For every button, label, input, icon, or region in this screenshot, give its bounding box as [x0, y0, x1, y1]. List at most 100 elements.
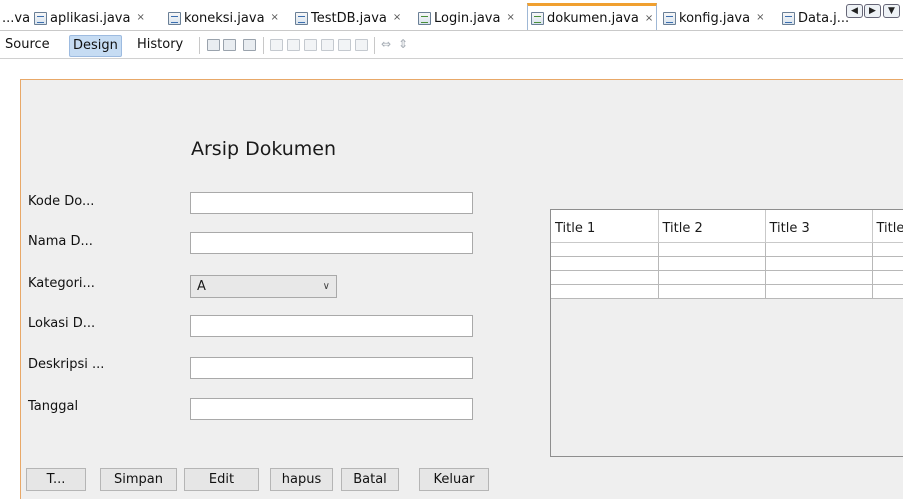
align-left-icon[interactable]	[270, 39, 283, 51]
table-cell[interactable]	[658, 284, 766, 299]
table-cell[interactable]	[872, 284, 903, 299]
form-panel[interactable]: Arsip Dokumen Kode Do... Nama D... Kateg…	[20, 79, 903, 499]
resize-horizontal-icon[interactable]: ⇔	[381, 37, 391, 51]
history-tab-button[interactable]: History	[134, 35, 186, 57]
table-header-row: Title 1 Title 2 Title 3 Title 4	[551, 210, 903, 243]
table-row[interactable]	[551, 270, 903, 285]
chevron-down-icon: ∨	[322, 281, 330, 292]
simpan-button[interactable]: Simpan	[100, 468, 177, 491]
align-bottom-icon[interactable]	[338, 39, 351, 51]
tab-label: dokumen.java	[547, 11, 639, 26]
label-tanggal: Tanggal	[28, 399, 79, 414]
tambah-button[interactable]: T...	[26, 468, 86, 491]
table-header-cell[interactable]: Title 4	[872, 210, 903, 243]
dokumen-table-scrollpane[interactable]: Title 1 Title 2 Title 3 Title 4	[550, 209, 903, 457]
scroll-tabs-left-icon[interactable]: ◀	[846, 4, 863, 18]
connection-mode-icon[interactable]	[223, 39, 236, 51]
tab-list-menu-icon[interactable]: ▼	[883, 4, 900, 18]
table-cell[interactable]	[551, 284, 659, 299]
java-form-icon	[531, 12, 544, 25]
chevron-down-icon: ▼	[888, 6, 895, 16]
lokasi-dokumen-input[interactable]	[190, 315, 473, 337]
label-kode-dokumen: Kode Do...	[28, 194, 95, 209]
table-row[interactable]	[551, 242, 903, 257]
tab-dokumen-java[interactable]: dokumen.java ×	[527, 3, 658, 30]
hapus-button[interactable]: hapus	[270, 468, 333, 491]
table-cell[interactable]	[551, 256, 659, 271]
table-header-cell[interactable]: Title 3	[765, 210, 873, 243]
tab-label: konfig.java	[679, 10, 751, 26]
page-title: Arsip Dokumen	[191, 138, 337, 160]
arrow-left-icon: ◀	[851, 6, 858, 16]
table-cell[interactable]	[872, 242, 903, 257]
table-cell[interactable]	[872, 256, 903, 271]
label-deskripsi: Deskripsi ...	[28, 357, 105, 372]
java-class-icon	[168, 11, 181, 25]
editor-toolbar: Source Design History ⇔ ⇕	[0, 32, 903, 59]
table-cell[interactable]	[765, 270, 873, 285]
tab-label: koneksi.java	[184, 10, 265, 26]
close-icon[interactable]: ×	[393, 13, 401, 23]
kode-dokumen-input[interactable]	[190, 192, 473, 214]
toolbar-divider	[374, 37, 375, 54]
dokumen-table[interactable]: Title 1 Title 2 Title 3 Title 4	[551, 210, 903, 299]
tab-testdb-java[interactable]: TestDB.java ×	[295, 7, 401, 29]
tab-data-java[interactable]: Data.j...	[782, 7, 849, 29]
toolbar-divider	[263, 37, 264, 54]
preview-design-icon[interactable]	[243, 39, 256, 51]
align-right-icon[interactable]	[287, 39, 300, 51]
arrow-right-icon: ▶	[869, 6, 876, 16]
table-row[interactable]	[551, 256, 903, 271]
java-class-icon	[295, 11, 308, 25]
table-cell[interactable]	[765, 284, 873, 299]
close-icon[interactable]: ×	[645, 13, 653, 24]
tanggal-input[interactable]	[190, 398, 473, 420]
table-header-cell[interactable]: Title 1	[551, 210, 659, 243]
table-cell[interactable]	[658, 242, 766, 257]
tab-label: aplikasi.java	[50, 10, 131, 26]
close-icon[interactable]: ×	[756, 13, 764, 23]
table-header-cell[interactable]: Title 2	[658, 210, 766, 243]
table-cell[interactable]	[765, 242, 873, 257]
java-class-icon	[34, 11, 47, 25]
source-tab-button[interactable]: Source	[2, 35, 53, 57]
label-kategori: Kategori...	[28, 276, 95, 291]
table-cell[interactable]	[765, 256, 873, 271]
keluar-button[interactable]: Keluar	[419, 468, 489, 491]
tab-label: ...va	[2, 10, 31, 26]
label-nama-dokumen: Nama D...	[28, 234, 93, 249]
tab-koneksi-java[interactable]: koneksi.java ×	[168, 7, 279, 29]
align-top-icon[interactable]	[321, 39, 334, 51]
align-baseline-icon[interactable]	[355, 39, 368, 51]
close-icon[interactable]: ×	[506, 13, 514, 23]
design-tab-button[interactable]: Design	[69, 35, 122, 57]
edit-button[interactable]: Edit	[184, 468, 259, 491]
tab-label: Login.java	[434, 10, 501, 26]
align-center-icon[interactable]	[304, 39, 317, 51]
editor-tab-strip: ...va aplikasi.java × koneksi.java × Tes…	[0, 0, 903, 31]
kategori-combobox[interactable]: A ∨	[190, 275, 337, 298]
java-class-icon	[782, 11, 795, 25]
tab-overflow-left[interactable]: ...va	[2, 7, 30, 29]
table-cell[interactable]	[551, 242, 659, 257]
table-row[interactable]	[551, 284, 903, 299]
tab-aplikasi-java[interactable]: aplikasi.java ×	[34, 7, 145, 29]
tab-label: Data.j...	[798, 10, 850, 26]
resize-vertical-icon[interactable]: ⇕	[398, 37, 408, 51]
design-canvas: Arsip Dokumen Kode Do... Nama D... Kateg…	[0, 60, 903, 499]
deskripsi-input[interactable]	[190, 357, 473, 379]
java-form-icon	[418, 11, 431, 25]
table-cell[interactable]	[658, 256, 766, 271]
table-cell[interactable]	[658, 270, 766, 285]
selection-mode-icon[interactable]	[207, 39, 220, 51]
tab-konfig-java[interactable]: konfig.java ×	[663, 7, 764, 29]
close-icon[interactable]: ×	[271, 13, 279, 23]
table-cell[interactable]	[872, 270, 903, 285]
nama-dokumen-input[interactable]	[190, 232, 473, 254]
batal-button[interactable]: Batal	[341, 468, 399, 491]
table-cell[interactable]	[551, 270, 659, 285]
scroll-tabs-right-icon[interactable]: ▶	[864, 4, 881, 18]
toolbar-divider	[199, 37, 200, 54]
tab-login-java[interactable]: Login.java ×	[418, 7, 515, 29]
close-icon[interactable]: ×	[136, 13, 144, 23]
